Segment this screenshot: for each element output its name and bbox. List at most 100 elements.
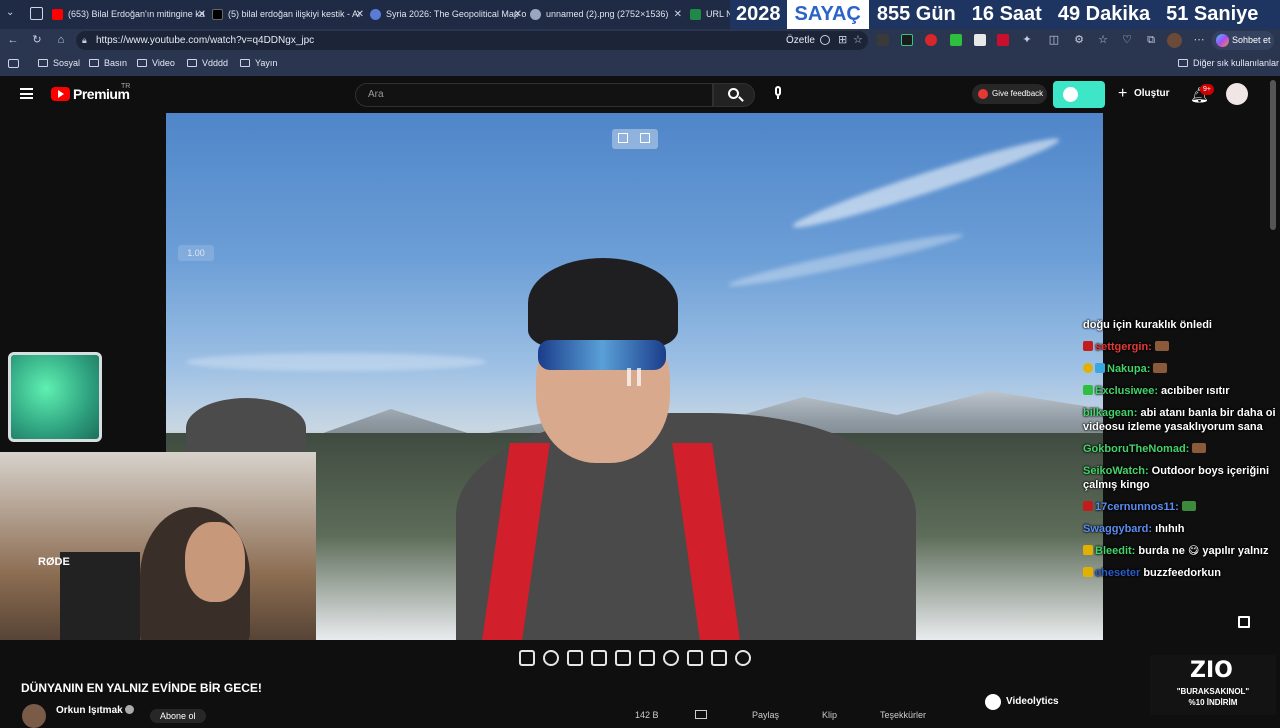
chat-text: burda ne 😋 yapılır yalnız — [1138, 545, 1269, 557]
extension-toggle-button[interactable] — [1053, 81, 1105, 108]
globe-favicon-icon — [530, 8, 541, 20]
audio-wave-icon[interactable] — [543, 650, 559, 666]
collections-icon[interactable]: ⧉ — [1144, 33, 1158, 47]
favorite-star-icon[interactable]: ☆ — [853, 31, 863, 50]
screenshot-frame-icon[interactable] — [591, 650, 607, 666]
videolytics-label[interactable]: Videolytics — [1006, 696, 1059, 707]
copilot-chat-button[interactable]: Sohbet et — [1212, 31, 1274, 50]
youtube-logo-icon[interactable] — [51, 87, 70, 101]
video-overlay-toolbar[interactable] — [612, 129, 658, 149]
close-tab-icon[interactable]: ✕ — [514, 9, 522, 20]
extensions-puzzle-icon[interactable]: ✦ — [1020, 33, 1034, 47]
theater-mode-icon[interactable] — [639, 650, 655, 666]
countdown-days: 855 Gün — [876, 3, 956, 25]
account-avatar[interactable] — [1226, 83, 1248, 105]
back-icon[interactable]: ← — [6, 33, 20, 47]
favorites-icon[interactable]: ☆ — [1096, 33, 1110, 47]
tab-bilal-erdogan-video[interactable]: (653) Bilal Erdoğan'ın mitingine ka ✕ — [52, 3, 210, 25]
tab-syria-map[interactable]: Syria 2026: The Geopolitical Map o ✕ — [370, 3, 526, 25]
picture-in-picture-icon[interactable] — [618, 133, 628, 143]
fullscreen-icon[interactable] — [1238, 616, 1250, 628]
badge-icon — [1083, 363, 1093, 373]
subscribe-button[interactable]: Abone ol — [150, 709, 206, 723]
loop-icon[interactable] — [519, 650, 535, 666]
beanie-hat — [528, 258, 678, 348]
tab-unnamed-png[interactable]: unnamed (2).png (2752×1536) ✕ — [530, 3, 686, 25]
settings-icon[interactable]: ⚙ — [1072, 33, 1086, 47]
chat-text: acıbiber ısıtır — [1161, 385, 1230, 397]
more-menu-icon[interactable]: ⋯ — [1192, 33, 1206, 47]
give-feedback-label: Give feedback — [992, 89, 1044, 98]
chat-username: Nakupa: — [1107, 363, 1151, 375]
page-scrollbar[interactable] — [1270, 80, 1276, 230]
bookmark-folder-video[interactable]: Video — [137, 58, 175, 68]
tab-x-search[interactable]: (5) bilal erdoğan ilişkiyi kestik - Ar ✕ — [212, 3, 368, 25]
bookmark-label: Yayın — [255, 58, 278, 68]
reading-list-icon[interactable] — [8, 59, 19, 68]
channel-avatar[interactable] — [22, 704, 46, 728]
home-icon[interactable]: ⌂ — [54, 33, 68, 47]
reload-icon[interactable]: ↻ — [30, 33, 44, 47]
chat-message: cheseter buzzfeedorkun — [1083, 566, 1280, 580]
like-count[interactable]: 142 B — [635, 710, 659, 720]
tab-menu-icon[interactable]: ⌄ — [6, 7, 20, 21]
microphone-icon[interactable] — [773, 86, 783, 101]
address-bar[interactable]: 🔒︎ https://www.youtube.com/watch?v=q4DDN… — [76, 31, 868, 50]
notification-count-badge: 9+ — [1200, 84, 1214, 95]
close-tab-icon[interactable]: ✕ — [356, 9, 364, 20]
note-icon[interactable] — [640, 133, 650, 143]
folder-icon — [240, 59, 250, 67]
thanks-button[interactable]: Teşekkürler — [880, 710, 926, 720]
clip-button[interactable]: Klip — [822, 710, 837, 720]
tab-url[interactable]: URL N — [690, 3, 730, 25]
extension-icon[interactable] — [997, 34, 1009, 46]
share-button[interactable]: Paylaş — [752, 710, 779, 720]
bookmark-folder-sosyal[interactable]: Sosyal — [38, 58, 80, 68]
chat-username: GokboruTheNomad: — [1083, 443, 1190, 455]
browser-essentials-icon[interactable]: ♡ — [1120, 33, 1134, 47]
bookmark-folder-other[interactable]: Diğer sık kullanılanlar — [1178, 58, 1279, 68]
add-note-icon[interactable] — [687, 650, 703, 666]
settings-gear-icon[interactable] — [735, 650, 751, 666]
cloud-shape — [186, 353, 486, 371]
watch-later-icon[interactable] — [567, 650, 583, 666]
search-button[interactable] — [713, 83, 755, 107]
speed-icon[interactable] — [663, 650, 679, 666]
camera-icon[interactable] — [711, 650, 727, 666]
bookmark-folder-vdddd[interactable]: Vdddd — [187, 58, 228, 68]
extension-icon[interactable] — [974, 34, 986, 46]
bookmark-folder-yayin[interactable]: Yayın — [240, 58, 277, 68]
hamburger-menu-icon[interactable] — [20, 88, 33, 99]
bookmark-folder-basin[interactable]: Basın — [89, 58, 127, 68]
bookmark-label: Video — [152, 58, 175, 68]
promo-code: "BURAKSAKINOL" — [1176, 687, 1250, 696]
extension-icon[interactable] — [950, 34, 962, 46]
search-placeholder: Ara — [368, 89, 384, 100]
stream-jar-widget — [8, 352, 102, 442]
miniplayer-icon[interactable] — [615, 650, 631, 666]
badge-icon — [1083, 341, 1093, 351]
chat-message: GokboruTheNomad: — [1083, 442, 1280, 456]
chat-message: SeikoWatch: Outdoor boys içeriğini çalmı… — [1083, 464, 1280, 492]
close-tab-icon[interactable]: ✕ — [674, 9, 682, 20]
search-input[interactable]: Ara — [355, 83, 713, 107]
split-screen-icon[interactable]: ◫ — [1047, 33, 1061, 47]
chat-username: 17cernunnos11: — [1095, 501, 1179, 513]
extension-icon[interactable] — [877, 34, 889, 46]
extension-icon[interactable] — [925, 34, 937, 46]
x-favicon-icon — [212, 8, 223, 20]
give-feedback-button[interactable]: Give feedback — [972, 84, 1047, 104]
create-button[interactable]: + Oluştur — [1118, 85, 1170, 103]
workspaces-icon[interactable] — [30, 7, 43, 20]
grid-icon[interactable]: ⊞ — [838, 31, 847, 50]
badge-icon — [1083, 567, 1093, 577]
channel-name[interactable]: Orkun Işıtmak — [56, 705, 123, 716]
extension-icon[interactable] — [901, 34, 913, 46]
videolytics-icon[interactable] — [985, 694, 1001, 710]
chat-message: doğu için kuraklık önledi — [1083, 318, 1280, 332]
dislike-icon[interactable] — [695, 710, 707, 719]
close-tab-icon[interactable]: ✕ — [198, 9, 206, 20]
profile-avatar[interactable] — [1167, 33, 1182, 48]
summarize-button[interactable]: Özetle — [786, 31, 815, 50]
pause-icon[interactable] — [627, 368, 641, 386]
